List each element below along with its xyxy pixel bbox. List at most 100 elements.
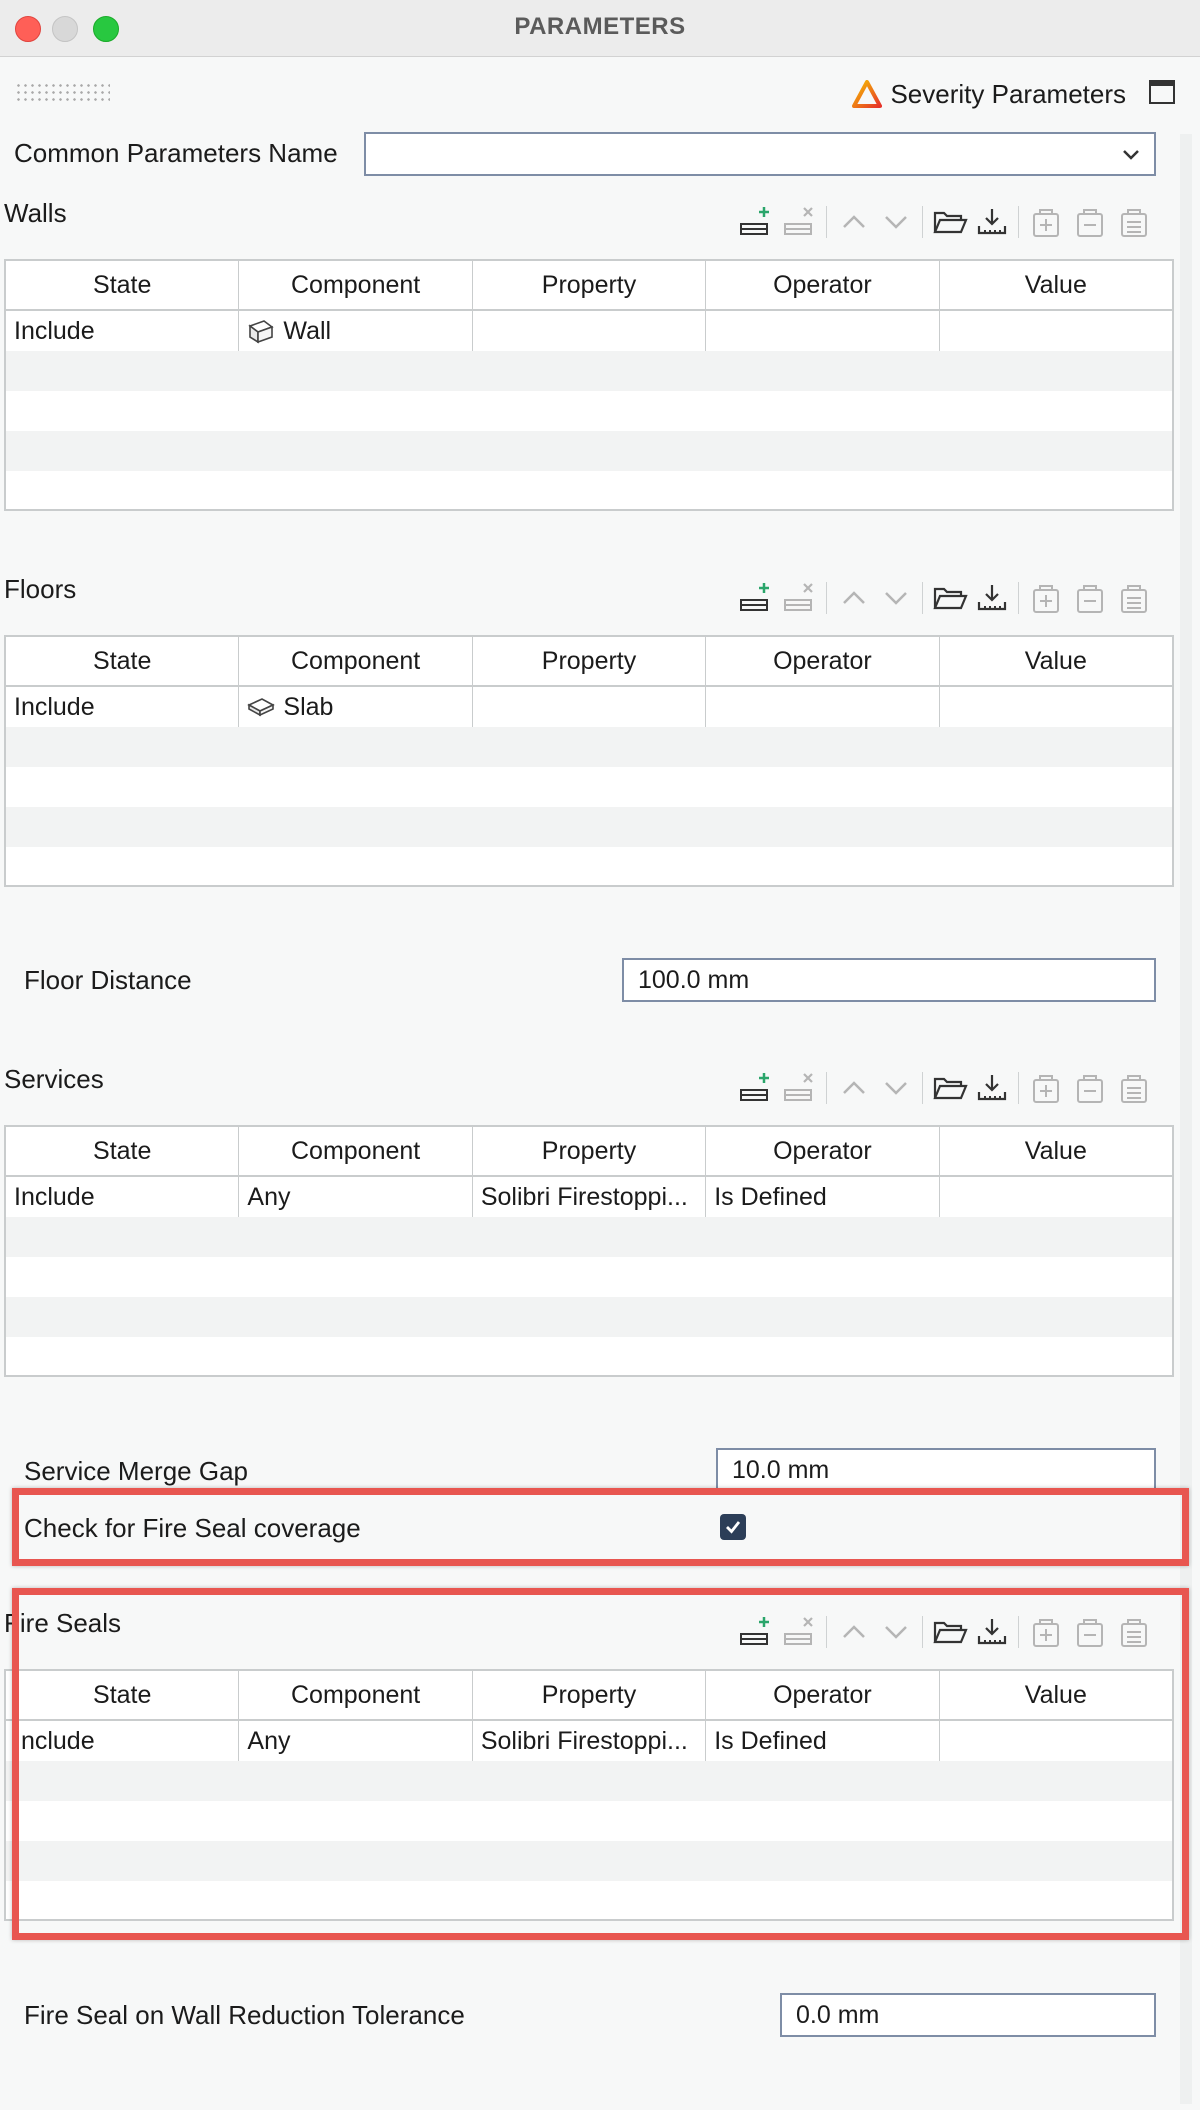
column-header-component[interactable]: Component	[239, 261, 473, 309]
column-header-operator[interactable]: Operator	[706, 637, 940, 685]
walls-toolbar	[738, 202, 1170, 242]
add-row-icon[interactable]	[738, 580, 774, 616]
services-title: Services	[4, 1064, 104, 1094]
clear-group-icon[interactable]	[1116, 580, 1152, 616]
column-header-state[interactable]: State	[6, 637, 240, 685]
row-property[interactable]: Solibri Firestoppi...	[473, 1177, 707, 1217]
row-value[interactable]	[940, 687, 1172, 727]
add-row-icon[interactable]	[738, 204, 774, 240]
row-operator[interactable]: Is Defined	[706, 1177, 940, 1217]
add-group-icon[interactable]	[1028, 204, 1064, 240]
row-value[interactable]	[940, 1177, 1172, 1217]
row-component-label: Slab	[283, 692, 334, 721]
severity-parameters-label: Severity Parameters	[890, 78, 1126, 109]
reduction-tolerance-value: 0.0 mm	[796, 2000, 880, 2029]
service-merge-gap-label: Service Merge Gap	[24, 1456, 248, 1486]
row-operator[interactable]	[706, 311, 940, 351]
column-header-property[interactable]: Property	[473, 637, 707, 685]
empty-row	[6, 727, 1172, 767]
move-down-icon[interactable]	[878, 1070, 914, 1106]
empty-row	[6, 1297, 1172, 1337]
highlight-box-checkbox	[12, 1488, 1189, 1566]
floors-toolbar	[738, 578, 1170, 618]
table-row[interactable]: Include Any Solibri Firestoppi... Is Def…	[6, 1177, 1172, 1217]
column-header-operator[interactable]: Operator	[706, 261, 940, 309]
column-header-value[interactable]: Value	[940, 261, 1172, 309]
row-state[interactable]: Include	[6, 687, 240, 727]
row-component[interactable]: Any	[239, 1177, 473, 1217]
remove-row-icon[interactable]	[782, 1070, 818, 1106]
empty-row	[6, 431, 1172, 471]
floor-distance-value: 100.0 mm	[638, 965, 750, 994]
remove-group-icon[interactable]	[1072, 1070, 1108, 1106]
move-up-icon[interactable]	[836, 580, 872, 616]
empty-row	[6, 1217, 1172, 1257]
row-component[interactable]: Slab	[239, 687, 473, 727]
column-header-component[interactable]: Component	[239, 1127, 473, 1175]
column-header-state[interactable]: State	[6, 261, 240, 309]
column-header-operator[interactable]: Operator	[706, 1127, 940, 1175]
reduction-tolerance-label: Fire Seal on Wall Reduction Tolerance	[24, 2000, 465, 2030]
move-up-icon[interactable]	[836, 204, 872, 240]
remove-group-icon[interactable]	[1072, 580, 1108, 616]
row-component-label: Wall	[283, 316, 332, 345]
row-state[interactable]: Include	[6, 311, 240, 351]
services-toolbar	[738, 1068, 1170, 1108]
row-property[interactable]	[473, 311, 707, 351]
download-icon[interactable]	[974, 1070, 1010, 1106]
empty-row	[6, 391, 1172, 431]
remove-row-icon[interactable]	[782, 580, 818, 616]
row-state[interactable]: Include	[6, 1177, 240, 1217]
open-folder-icon[interactable]	[932, 1070, 968, 1106]
open-folder-icon[interactable]	[932, 580, 968, 616]
clear-group-icon[interactable]	[1116, 1070, 1152, 1106]
window-title: PARAMETERS	[514, 13, 686, 40]
empty-row	[6, 1337, 1172, 1377]
floor-distance-label: Floor Distance	[24, 965, 192, 995]
remove-row-icon[interactable]	[782, 204, 818, 240]
table-row[interactable]: Include Slab	[6, 687, 1172, 727]
row-operator[interactable]	[706, 687, 940, 727]
empty-row	[6, 847, 1172, 887]
row-property[interactable]	[473, 687, 707, 727]
empty-row	[6, 1257, 1172, 1297]
move-down-icon[interactable]	[878, 580, 914, 616]
services-table: State Component Property Operator Value …	[4, 1125, 1174, 1377]
column-header-property[interactable]: Property	[473, 261, 707, 309]
service-merge-gap-field[interactable]: 10.0 mm	[716, 1448, 1156, 1492]
walls-table: State Component Property Operator Value …	[4, 259, 1174, 511]
service-merge-gap-value: 10.0 mm	[732, 1455, 830, 1484]
column-header-value[interactable]: Value	[940, 637, 1172, 685]
add-group-icon[interactable]	[1028, 580, 1064, 616]
move-down-icon[interactable]	[878, 204, 914, 240]
download-icon[interactable]	[974, 580, 1010, 616]
empty-row	[6, 351, 1172, 391]
highlight-box-fire-seals	[12, 1588, 1189, 1940]
column-header-component[interactable]: Component	[239, 637, 473, 685]
column-header-property[interactable]: Property	[473, 1127, 707, 1175]
empty-row	[6, 807, 1172, 847]
open-folder-icon[interactable]	[932, 204, 968, 240]
window-layout-icon[interactable]	[1149, 80, 1175, 104]
column-header-state[interactable]: State	[6, 1127, 240, 1175]
reduction-tolerance-field[interactable]: 0.0 mm	[780, 1993, 1156, 2037]
severity-parameters-button[interactable]: Severity Parameters	[852, 77, 1126, 111]
table-header: State Component Property Operator Value	[6, 261, 1172, 311]
common-parameters-combo[interactable]	[364, 132, 1156, 176]
row-value[interactable]	[940, 311, 1172, 351]
drag-grip-handle[interactable]	[15, 82, 110, 102]
column-header-value[interactable]: Value	[940, 1127, 1172, 1175]
row-component[interactable]: Wall	[239, 311, 473, 351]
table-header: State Component Property Operator Value	[6, 1127, 1172, 1177]
floor-distance-field[interactable]: 100.0 mm	[622, 958, 1156, 1002]
table-header: State Component Property Operator Value	[6, 637, 1172, 687]
clear-group-icon[interactable]	[1116, 204, 1152, 240]
add-group-icon[interactable]	[1028, 1070, 1064, 1106]
add-row-icon[interactable]	[738, 1070, 774, 1106]
floors-title: Floors	[4, 574, 77, 604]
warning-triangle-icon	[852, 80, 883, 108]
download-icon[interactable]	[974, 204, 1010, 240]
remove-group-icon[interactable]	[1072, 204, 1108, 240]
table-row[interactable]: Include Wall	[6, 311, 1172, 351]
move-up-icon[interactable]	[836, 1070, 872, 1106]
